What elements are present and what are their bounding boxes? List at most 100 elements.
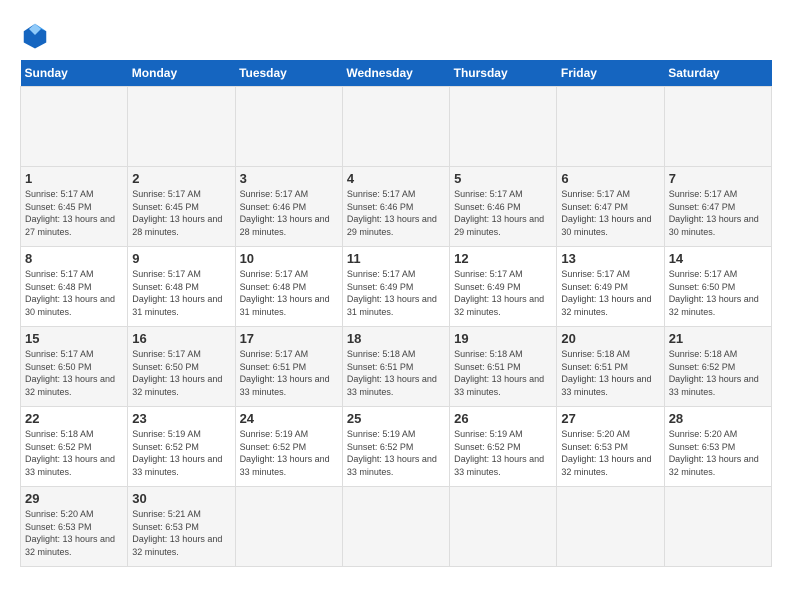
week-row-1 xyxy=(21,87,772,167)
calendar-cell: 24 Sunrise: 5:19 AMSunset: 6:52 PMDayligh… xyxy=(235,407,342,487)
week-row-6: 29 Sunrise: 5:20 AMSunset: 6:53 PMDayligh… xyxy=(21,487,772,567)
day-number: 20 xyxy=(561,331,659,346)
weekday-header-row: SundayMondayTuesdayWednesdayThursdayFrid… xyxy=(21,60,772,87)
day-number: 11 xyxy=(347,251,445,266)
day-number: 25 xyxy=(347,411,445,426)
day-number: 19 xyxy=(454,331,552,346)
day-number: 29 xyxy=(25,491,123,506)
day-info: Sunrise: 5:18 AMSunset: 6:51 PMDaylight:… xyxy=(347,348,445,398)
day-info: Sunrise: 5:17 AMSunset: 6:49 PMDaylight:… xyxy=(347,268,445,318)
week-row-2: 1 Sunrise: 5:17 AMSunset: 6:45 PMDaylight… xyxy=(21,167,772,247)
calendar-cell: 9Sunrise: 5:17 AMSunset: 6:48 PMDaylight… xyxy=(128,247,235,327)
calendar-cell: 12 Sunrise: 5:17 AMSunset: 6:49 PMDayligh… xyxy=(450,247,557,327)
day-info: Sunrise: 5:20 AMSunset: 6:53 PMDaylight:… xyxy=(561,428,659,478)
calendar-cell xyxy=(450,487,557,567)
calendar-cell: 11 Sunrise: 5:17 AMSunset: 6:49 PMDayligh… xyxy=(342,247,449,327)
calendar-cell: 26Sunrise: 5:19 AMSunset: 6:52 PMDayligh… xyxy=(450,407,557,487)
calendar-cell: 3 Sunrise: 5:17 AMSunset: 6:46 PMDaylight… xyxy=(235,167,342,247)
day-info: Sunrise: 5:17 AMSunset: 6:50 PMDaylight:… xyxy=(132,348,230,398)
calendar-cell xyxy=(664,87,771,167)
calendar-cell xyxy=(235,87,342,167)
weekday-header-friday: Friday xyxy=(557,60,664,87)
day-info: Sunrise: 5:18 AMSunset: 6:51 PMDaylight:… xyxy=(454,348,552,398)
day-info: Sunrise: 5:17 AMSunset: 6:48 PMDaylight:… xyxy=(25,268,123,318)
day-info: Sunrise: 5:19 AMSunset: 6:52 PMDaylight:… xyxy=(240,428,338,478)
calendar-cell: 1 Sunrise: 5:17 AMSunset: 6:45 PMDaylight… xyxy=(21,167,128,247)
day-number: 4 xyxy=(347,171,445,186)
day-number: 1 xyxy=(25,171,123,186)
day-info: Sunrise: 5:17 AMSunset: 6:50 PMDaylight:… xyxy=(25,348,123,398)
day-info: Sunrise: 5:17 AMSunset: 6:46 PMDaylight:… xyxy=(347,188,445,238)
calendar-cell: 28 Sunrise: 5:20 AMSunset: 6:53 PMDayligh… xyxy=(664,407,771,487)
day-info: Sunrise: 5:17 AMSunset: 6:46 PMDaylight:… xyxy=(454,188,552,238)
day-info: Sunrise: 5:17 AMSunset: 6:48 PMDaylight:… xyxy=(240,268,338,318)
day-info: Sunrise: 5:17 AMSunset: 6:49 PMDaylight:… xyxy=(561,268,659,318)
calendar-cell xyxy=(664,487,771,567)
day-number: 10 xyxy=(240,251,338,266)
day-number: 30 xyxy=(132,491,230,506)
day-number: 23 xyxy=(132,411,230,426)
day-number: 22 xyxy=(25,411,123,426)
weekday-header-monday: Monday xyxy=(128,60,235,87)
day-number: 27 xyxy=(561,411,659,426)
day-info: Sunrise: 5:17 AMSunset: 6:46 PMDaylight:… xyxy=(240,188,338,238)
day-number: 28 xyxy=(669,411,767,426)
day-info: Sunrise: 5:17 AMSunset: 6:47 PMDaylight:… xyxy=(669,188,767,238)
day-info: Sunrise: 5:20 AMSunset: 6:53 PMDaylight:… xyxy=(669,428,767,478)
day-number: 24 xyxy=(240,411,338,426)
calendar-cell: 29 Sunrise: 5:20 AMSunset: 6:53 PMDayligh… xyxy=(21,487,128,567)
calendar-cell: 10 Sunrise: 5:17 AMSunset: 6:48 PMDayligh… xyxy=(235,247,342,327)
day-info: Sunrise: 5:17 AMSunset: 6:45 PMDaylight:… xyxy=(25,188,123,238)
calendar-cell: 17Sunrise: 5:17 AMSunset: 6:51 PMDayligh… xyxy=(235,327,342,407)
calendar-cell xyxy=(450,87,557,167)
week-row-4: 15Sunrise: 5:17 AMSunset: 6:50 PMDayligh… xyxy=(21,327,772,407)
day-number: 8 xyxy=(25,251,123,266)
day-info: Sunrise: 5:19 AMSunset: 6:52 PMDaylight:… xyxy=(132,428,230,478)
day-info: Sunrise: 5:17 AMSunset: 6:49 PMDaylight:… xyxy=(454,268,552,318)
calendar-cell: 30 Sunrise: 5:21 AMSunset: 6:53 PMDayligh… xyxy=(128,487,235,567)
calendar-cell: 2 Sunrise: 5:17 AMSunset: 6:45 PMDaylight… xyxy=(128,167,235,247)
day-info: Sunrise: 5:18 AMSunset: 6:51 PMDaylight:… xyxy=(561,348,659,398)
day-number: 18 xyxy=(347,331,445,346)
day-info: Sunrise: 5:17 AMSunset: 6:51 PMDaylight:… xyxy=(240,348,338,398)
calendar-cell: 14 Sunrise: 5:17 AMSunset: 6:50 PMDayligh… xyxy=(664,247,771,327)
calendar-cell: 18 Sunrise: 5:18 AMSunset: 6:51 PMDayligh… xyxy=(342,327,449,407)
day-info: Sunrise: 5:17 AMSunset: 6:47 PMDaylight:… xyxy=(561,188,659,238)
day-info: Sunrise: 5:17 AMSunset: 6:50 PMDaylight:… xyxy=(669,268,767,318)
day-number: 9 xyxy=(132,251,230,266)
weekday-header-thursday: Thursday xyxy=(450,60,557,87)
day-number: 14 xyxy=(669,251,767,266)
calendar-cell: 25Sunrise: 5:19 AMSunset: 6:52 PMDayligh… xyxy=(342,407,449,487)
day-number: 3 xyxy=(240,171,338,186)
day-number: 12 xyxy=(454,251,552,266)
day-info: Sunrise: 5:18 AMSunset: 6:52 PMDaylight:… xyxy=(25,428,123,478)
calendar-cell: 21 Sunrise: 5:18 AMSunset: 6:52 PMDayligh… xyxy=(664,327,771,407)
week-row-3: 8 Sunrise: 5:17 AMSunset: 6:48 PMDaylight… xyxy=(21,247,772,327)
calendar-cell xyxy=(342,487,449,567)
day-number: 21 xyxy=(669,331,767,346)
weekday-header-tuesday: Tuesday xyxy=(235,60,342,87)
day-info: Sunrise: 5:21 AMSunset: 6:53 PMDaylight:… xyxy=(132,508,230,558)
calendar-cell: 8 Sunrise: 5:17 AMSunset: 6:48 PMDaylight… xyxy=(21,247,128,327)
calendar-cell xyxy=(557,87,664,167)
day-number: 13 xyxy=(561,251,659,266)
week-row-5: 22 Sunrise: 5:18 AMSunset: 6:52 PMDayligh… xyxy=(21,407,772,487)
weekday-header-wednesday: Wednesday xyxy=(342,60,449,87)
logo xyxy=(20,20,54,50)
calendar-cell: 16Sunrise: 5:17 AMSunset: 6:50 PMDayligh… xyxy=(128,327,235,407)
calendar-cell: 4 Sunrise: 5:17 AMSunset: 6:46 PMDaylight… xyxy=(342,167,449,247)
day-info: Sunrise: 5:19 AMSunset: 6:52 PMDaylight:… xyxy=(454,428,552,478)
day-number: 2 xyxy=(132,171,230,186)
calendar-cell: 23 Sunrise: 5:19 AMSunset: 6:52 PMDayligh… xyxy=(128,407,235,487)
calendar-cell xyxy=(21,87,128,167)
calendar-cell xyxy=(557,487,664,567)
weekday-header-sunday: Sunday xyxy=(21,60,128,87)
day-number: 6 xyxy=(561,171,659,186)
day-info: Sunrise: 5:17 AMSunset: 6:45 PMDaylight:… xyxy=(132,188,230,238)
calendar-cell: 7Sunrise: 5:17 AMSunset: 6:47 PMDaylight… xyxy=(664,167,771,247)
calendar-cell: 20 Sunrise: 5:18 AMSunset: 6:51 PMDayligh… xyxy=(557,327,664,407)
day-info: Sunrise: 5:18 AMSunset: 6:52 PMDaylight:… xyxy=(669,348,767,398)
calendar-cell xyxy=(235,487,342,567)
logo-icon xyxy=(20,20,50,50)
day-info: Sunrise: 5:20 AMSunset: 6:53 PMDaylight:… xyxy=(25,508,123,558)
